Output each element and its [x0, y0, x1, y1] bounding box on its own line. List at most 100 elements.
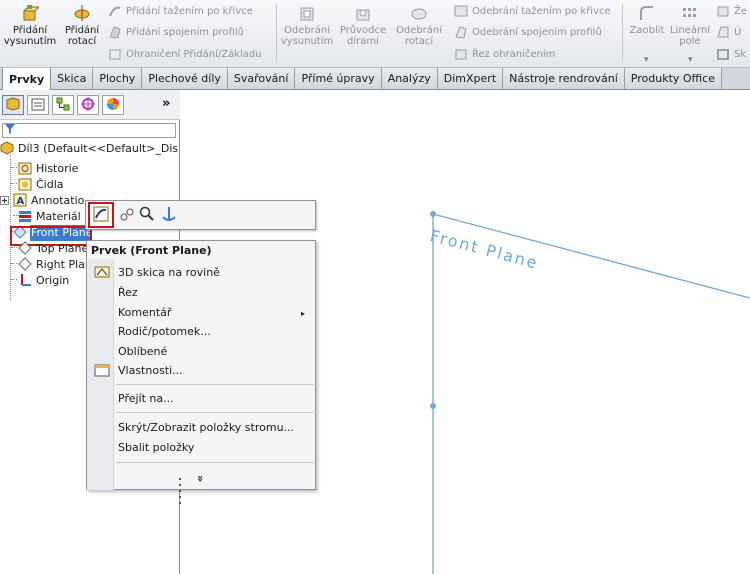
material-icon [18, 209, 32, 223]
add-boundary-button[interactable]: Ohraničení Přidání/Základu [108, 47, 262, 61]
fillet-dropdown-icon[interactable]: ▾ [644, 55, 649, 65]
cut-sweep-icon [454, 4, 468, 18]
tree-connector [11, 167, 17, 168]
display-manager-icon [105, 96, 121, 115]
linear-pattern-button[interactable]: Lineární pole [670, 4, 710, 47]
tab-sketch[interactable]: Skica [51, 68, 94, 89]
anchor-button[interactable] [158, 204, 180, 226]
cut-boundary-icon [454, 47, 468, 61]
tab-surfaces[interactable]: Plochy [93, 68, 143, 89]
tab-office-products[interactable]: Produkty Office [624, 68, 722, 89]
tree-connector [11, 247, 17, 248]
svg-text:A: A [17, 196, 25, 207]
menu-item-collapse-items[interactable]: Sbalit položky [118, 439, 194, 456]
dimxpert-icon [80, 96, 96, 115]
context-toolbar [85, 200, 316, 230]
draft-icon [716, 25, 730, 39]
expand-icon[interactable] [0, 193, 9, 207]
shell-icon [716, 47, 730, 61]
more-tabs-button[interactable]: » [162, 96, 170, 111]
extrude-icon [21, 4, 39, 22]
normal-to-button[interactable] [116, 204, 138, 226]
fillet-button[interactable]: Zaoblit [626, 4, 668, 36]
menu-item-section[interactable]: Řez [118, 284, 138, 301]
ribbon-separator [276, 4, 277, 62]
normal-to-icon [118, 205, 136, 226]
origin-icon [18, 273, 32, 287]
cut-revolve-button[interactable]: Odebrání rotací [394, 4, 444, 47]
tab-sheet-metal[interactable]: Plechové díly [142, 68, 228, 89]
tree-item-history[interactable]: Historie [18, 160, 176, 176]
add-loft-button[interactable]: Přidání spojením profilů [108, 25, 244, 39]
hole-wizard-button[interactable]: Průvodce dírami [338, 4, 388, 47]
draft-button[interactable]: Ú [716, 25, 741, 39]
tab-direct-editing[interactable]: Přímé úpravy [295, 68, 382, 89]
feature-manager-tab[interactable] [2, 95, 24, 115]
expand-menu-icon[interactable]: » [194, 475, 207, 482]
anchor-icon [160, 205, 178, 226]
tab-weldments[interactable]: Svařování [227, 68, 296, 89]
panel-toolbar: » [0, 90, 180, 120]
context-menu: Prvek (Front Plane) 3D skica na rovině Ř… [86, 240, 316, 490]
cut-sweep-button[interactable]: Odebrání tažením po křivce [454, 4, 611, 18]
loft-icon [108, 25, 122, 39]
command-manager-tabs: Prvky Skica Plochy Plechové díly Svařová… [0, 68, 750, 90]
cut-loft-icon [454, 25, 468, 39]
sensor-icon [18, 177, 32, 191]
tree-filter-field[interactable] [2, 123, 176, 138]
annotation-icon: A [13, 193, 27, 207]
cut-loft-button[interactable]: Odebrání spojením profilů [454, 25, 602, 39]
cut-extrude-button[interactable]: Odebrání vysunutím [280, 4, 334, 47]
tab-evaluate[interactable]: Analýzy [381, 68, 438, 89]
configuration-icon [55, 96, 71, 115]
magnifier-icon [138, 205, 156, 226]
solidworks-window: Přidání vysunutím Přidání rotací Přidání… [0, 0, 750, 574]
history-icon [18, 161, 32, 175]
properties-icon [94, 362, 110, 378]
boundary-icon [108, 47, 122, 61]
panel-splitter[interactable] [178, 470, 182, 530]
funnel-icon [5, 124, 15, 137]
shell-button[interactable]: Sk [716, 47, 746, 61]
cut-revolve-icon [410, 4, 428, 22]
tab-features[interactable]: Prvky [2, 68, 52, 90]
menu-item-favorites[interactable]: Oblíbené [118, 343, 167, 360]
property-manager-icon [30, 96, 46, 115]
menu-item-goto[interactable]: Přejít na... [118, 390, 174, 407]
menu-item-properties[interactable]: Vlastnosti... [118, 362, 183, 379]
tree-connector [11, 263, 17, 264]
configuration-manager-tab[interactable] [52, 95, 74, 115]
sketch-button[interactable] [88, 202, 114, 228]
menu-item-parent-child[interactable]: Rodič/potomek... [118, 323, 211, 340]
sketch-icon [92, 205, 110, 226]
property-manager-tab[interactable] [27, 95, 49, 115]
cut-boundary-button[interactable]: Řez ohraničením [454, 47, 555, 61]
dimxpert-manager-tab[interactable] [77, 95, 99, 115]
tree-item-part[interactable]: Díl3 (Default<<Default>_Displa [0, 140, 178, 156]
pattern-dropdown-icon[interactable]: ▾ [688, 55, 693, 65]
context-menu-title: Prvek (Front Plane) [91, 244, 212, 257]
plane-icon [18, 257, 32, 271]
cut-extrude-icon [298, 4, 316, 22]
sketch3d-plane-icon [94, 264, 110, 280]
menu-item-hide-show-tree-items[interactable]: Skrýt/Zobrazit položky stromu... [118, 419, 294, 436]
rib-icon [716, 4, 730, 18]
rib-button[interactable]: Že [716, 4, 747, 18]
menu-separator [116, 412, 314, 413]
add-extrude-button[interactable]: Přidání vysunutím [4, 4, 56, 47]
display-manager-tab[interactable] [102, 95, 124, 115]
add-revolve-button[interactable]: Přidání rotací [62, 4, 102, 47]
tab-render-tools[interactable]: Nástroje rendrování [503, 68, 625, 89]
revolve-icon [73, 4, 91, 22]
menu-item-3d-sketch[interactable]: 3D skica na rovině [118, 264, 220, 281]
menu-item-comment[interactable]: Komentář [118, 304, 171, 321]
tab-dimxpert[interactable]: DimXpert [437, 68, 504, 89]
tree-item-sensors[interactable]: Čidla [18, 176, 176, 192]
hole-wizard-icon [354, 4, 372, 22]
menu-separator [116, 384, 314, 385]
add-sweep-button[interactable]: Přidání tažením po křivce [108, 4, 253, 18]
zoom-to-selection-button[interactable] [136, 204, 158, 226]
tree-connector [11, 183, 17, 184]
fillet-icon [638, 4, 656, 22]
menu-separator [116, 462, 314, 463]
